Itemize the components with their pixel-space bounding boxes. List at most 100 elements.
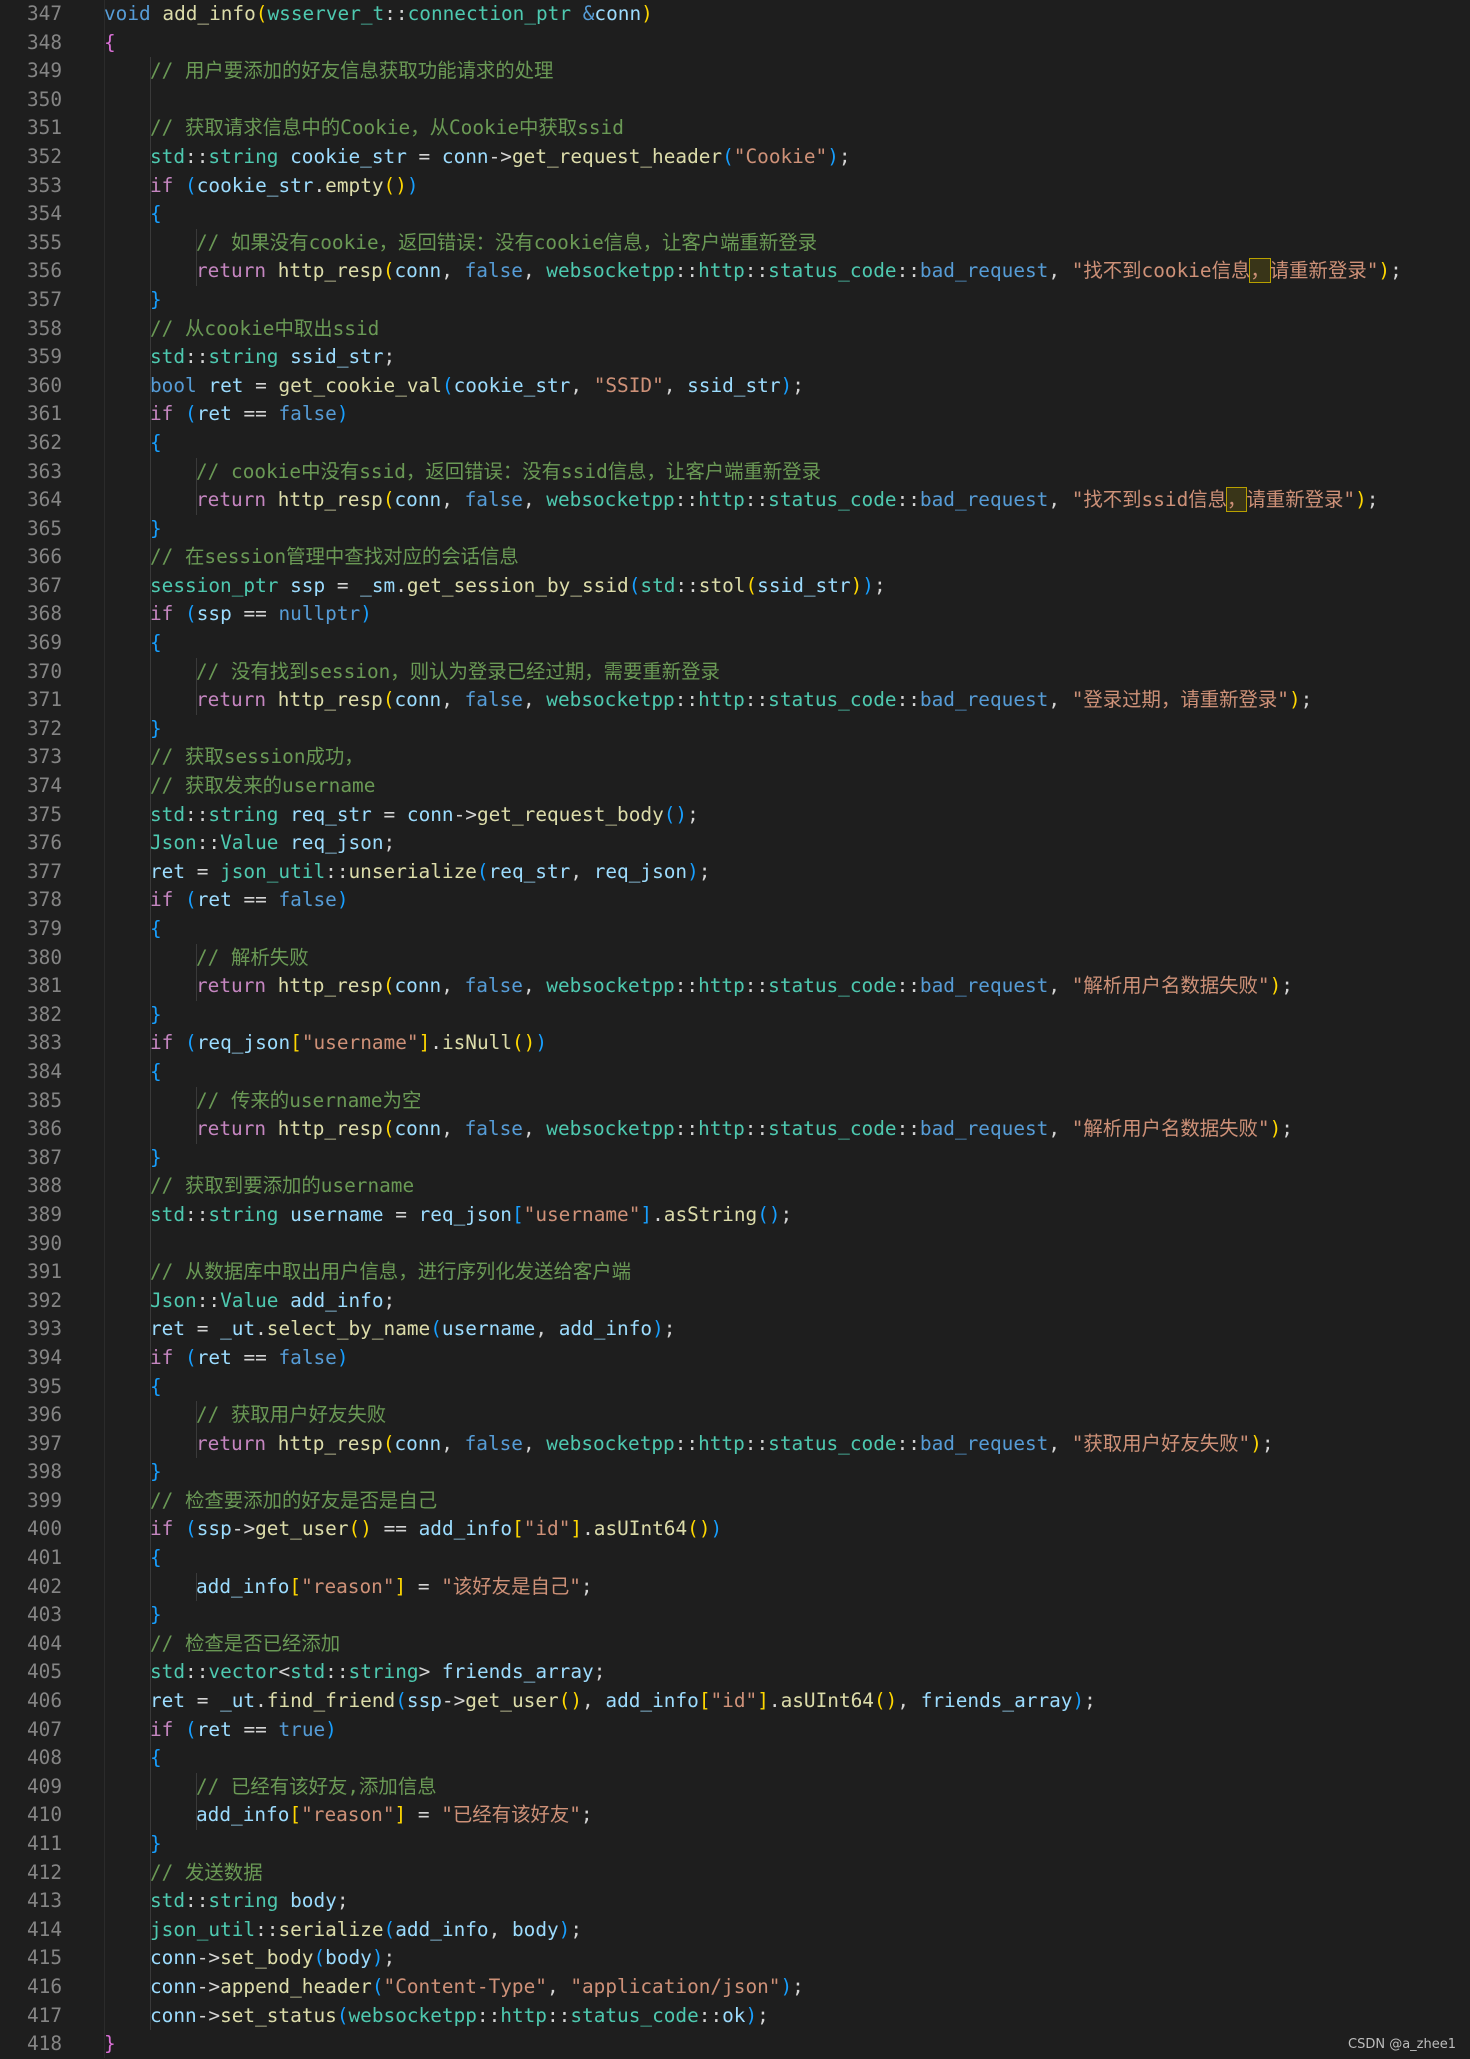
code-line[interactable]: 357}	[0, 285, 1470, 315]
code-line[interactable]: 392 Json::Value add_info;	[0, 1286, 1470, 1316]
code-line[interactable]: 393 ret = _ut.select_by_name(username, ad…	[0, 1315, 1470, 1344]
code-line[interactable]: 408 {	[0, 1744, 1470, 1773]
code-line[interactable]: 395 {	[0, 1372, 1470, 1402]
code-line[interactable]: 360 bool ret = get_cookie_val(cookie_str,…	[0, 371, 1470, 401]
code-line[interactable]: 405 std::vector<std::string> friends_arra…	[0, 1658, 1470, 1688]
code-line[interactable]: 394 if (ret == false)	[0, 1343, 1470, 1373]
code-line[interactable]: 347 void add_info(wsserver_t::connection_…	[0, 0, 1470, 29]
code-token: 请重新登录"	[1246, 488, 1356, 512]
code-line[interactable]: 398}	[0, 1458, 1470, 1487]
code-line[interactable]: 375 std::string req_str = conn->get_reque…	[0, 800, 1470, 830]
code-line[interactable]: 356 return http_resp(conn, false, websock…	[0, 257, 1470, 286]
code-line[interactable]: 350	[0, 85, 1470, 115]
code-line[interactable]: 377 ret = json_util::unserialize(req_str,…	[0, 857, 1470, 887]
code-line[interactable]: 381 return http_resp(conn, false, websock…	[0, 972, 1470, 1001]
code-line[interactable]: 413 std::string body;	[0, 1887, 1470, 1916]
code-line[interactable]: 373 // 获取session成功，	[0, 743, 1470, 773]
code-line[interactable]: 365}	[0, 514, 1470, 544]
code-token: bad_request	[919, 974, 1049, 998]
code-line[interactable]: 387}	[0, 1143, 1470, 1173]
code-line[interactable]: 371 return http_resp(conn, false, websock…	[0, 686, 1470, 715]
code-line[interactable]: 368 if (ssp == nullptr)	[0, 600, 1470, 630]
code-line[interactable]: 363 // cookie中没有ssid，返回错误：没有ssid信息，让客户端重新…	[0, 457, 1470, 487]
code-line[interactable]: 384 {	[0, 1057, 1470, 1087]
code-line[interactable]: 364 return http_resp(conn, false, websock…	[0, 486, 1470, 515]
code-line[interactable]: 389 std::string username = req_json["user…	[0, 1200, 1470, 1230]
code-line[interactable]: 397 return http_resp(conn, false, websock…	[0, 1429, 1470, 1459]
code-line[interactable]: 359 std::string ssid_str;	[0, 343, 1470, 372]
code-token: (	[382, 259, 395, 283]
csdn-watermark: CSDN @a_zhee1	[1348, 2037, 1456, 2052]
line-number: 348	[26, 30, 62, 54]
code-token: ;	[383, 1946, 396, 1970]
code-line[interactable]: 379 {	[0, 915, 1470, 944]
code-token: return	[196, 488, 267, 512]
code-token: =	[371, 802, 407, 826]
code-line[interactable]: 352 std::string cookie_str = conn->get_re…	[0, 142, 1470, 172]
code-lines[interactable]: 347 void add_info(wsserver_t::connection_…	[0, 0, 1470, 2059]
code-line[interactable]: 382}	[0, 1000, 1470, 1030]
code-editor[interactable]: 347 void add_info(wsserver_t::connection_…	[0, 0, 1470, 2058]
code-line[interactable]: 376 Json::Value req_json;	[0, 829, 1470, 858]
code-token: json_util	[220, 859, 326, 883]
code-line[interactable]: 383 if (req_json["username"].isNull())	[0, 1029, 1470, 1058]
code-line[interactable]: 348 {	[0, 29, 1470, 58]
code-token: add_info	[395, 1917, 489, 1941]
code-line[interactable]: 388 // 获取到要添加的username	[0, 1172, 1470, 1201]
code-line[interactable]: 404 // 检查是否已经添加	[0, 1629, 1470, 1659]
code-line[interactable]: 378 if (ret == false)	[0, 886, 1470, 915]
code-token: status_code	[768, 688, 897, 712]
code-token: .	[395, 573, 407, 597]
code-line[interactable]: 353 if (cookie_str.empty())	[0, 171, 1470, 201]
code-line[interactable]: 396 // 获取用户好友失败	[0, 1401, 1470, 1430]
code-line[interactable]: 367 session_ptr ssp = _sm.get_session_by_…	[0, 571, 1470, 601]
code-line[interactable]: 372}	[0, 714, 1470, 744]
code-token: ::	[896, 259, 920, 283]
code-line[interactable]: 416 conn->append_header("Content-Type", "…	[0, 1972, 1470, 2002]
code-token: )	[336, 1345, 349, 1369]
code-line[interactable]: 362 {	[0, 428, 1470, 458]
code-line[interactable]: 358 // 从cookie中取出ssid	[0, 314, 1470, 344]
code-line[interactable]: 374 // 获取发来的username	[0, 772, 1470, 801]
code-line[interactable]: 355 // 如果没有cookie，返回错误：没有cookie信息，让客户端重新登…	[0, 228, 1470, 258]
code-line[interactable]: 417 conn->set_status(websocketpp::http::s…	[0, 2001, 1470, 2031]
code-line[interactable]: 402 add_info["reason"] = "该好友是自己";	[0, 1572, 1470, 1602]
code-line[interactable]: 407 if (ret == true)	[0, 1715, 1470, 1745]
code-line[interactable]: 386 return http_resp(conn, false, websock…	[0, 1115, 1470, 1144]
code-line[interactable]: 411}	[0, 1830, 1470, 1859]
code-token: .	[255, 1317, 267, 1341]
code-token: if	[150, 602, 174, 626]
code-line[interactable]: 415 conn->set_body(body);	[0, 1944, 1470, 1973]
code-line[interactable]: 399 // 检查要添加的好友是否是自己	[0, 1486, 1470, 1516]
code-line[interactable]: 354 {	[0, 200, 1470, 229]
code-line[interactable]: 361 if (ret == false)	[0, 400, 1470, 429]
code-line[interactable]: 414 json_util::serialize(add_info, body);	[0, 1915, 1470, 1945]
code-token: add_info	[196, 1574, 290, 1598]
code-line[interactable]: 369 {	[0, 629, 1470, 658]
code-line[interactable]: 385 // 传来的username为空	[0, 1086, 1470, 1116]
code-token: [	[289, 1574, 302, 1598]
code-token: websocketpp	[348, 2003, 477, 2027]
code-token: )	[1269, 974, 1282, 998]
code-line[interactable]: 391 // 从数据库中取出用户信息，进行序列化发送给客户端	[0, 1258, 1470, 1287]
code-token: ::	[744, 1431, 769, 1455]
code-line[interactable]: 401 {	[0, 1544, 1470, 1573]
code-line[interactable]: 380 // 解析失败	[0, 943, 1470, 973]
code-token: ,	[897, 1689, 921, 1713]
code-line[interactable]: 390	[0, 1229, 1470, 1259]
code-line[interactable]: 409 // 已经有该好友,添加信息	[0, 1772, 1470, 1802]
code-line[interactable]: 349 // 用户要添加的好友信息获取功能请求的处理	[0, 57, 1470, 86]
code-line[interactable]: 406 ret = _ut.find_friend(ssp->get_user()…	[0, 1687, 1470, 1716]
code-line[interactable]: 400 if (ssp->get_user() == add_info["id"]…	[0, 1515, 1470, 1545]
code-line[interactable]: 370 // 没有找到session，则认为登录已经过期，需要重新登录	[0, 657, 1470, 687]
code-line[interactable]: 351 // 获取请求信息中的Cookie，从Cookie中获取ssid	[0, 114, 1470, 143]
code-line[interactable]: 410 add_info["reason"] = "已经有该好友";	[0, 1801, 1470, 1830]
code-line[interactable]: 366 // 在session管理中查找对应的会话信息	[0, 543, 1470, 572]
code-token: ;	[1366, 488, 1379, 512]
code-line[interactable]: 412 // 发送数据	[0, 1858, 1470, 1888]
code-line[interactable]: 418}	[0, 2030, 1470, 2059]
code-line[interactable]: 403}	[0, 1601, 1470, 1630]
